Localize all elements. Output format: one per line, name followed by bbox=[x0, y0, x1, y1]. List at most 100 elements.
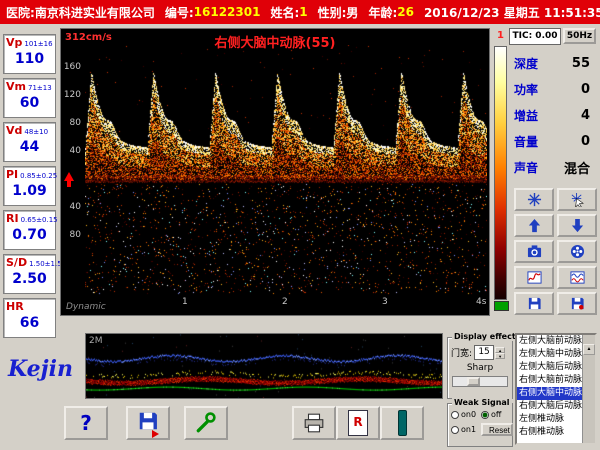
scale-up-button[interactable] bbox=[514, 214, 554, 237]
floppy-disk-icon bbox=[139, 412, 157, 430]
y-tick: 160 bbox=[63, 62, 81, 72]
display-effect-group: Display effect 门宽: 15 ▲ ▼ Sharp bbox=[447, 332, 518, 399]
artery-list-item[interactable]: 右侧大脑中动脉 bbox=[517, 387, 585, 400]
radio-on0[interactable]: on0 bbox=[451, 410, 481, 419]
cursor-freeze-button[interactable] bbox=[557, 188, 597, 211]
save-case-button[interactable] bbox=[514, 292, 554, 315]
probe-setup-button[interactable] bbox=[184, 406, 228, 440]
artery-list-item[interactable]: 左侧大脑前动脉 bbox=[517, 335, 585, 348]
sound-row: 声音 混合 bbox=[510, 156, 598, 178]
scroll-down-icon[interactable]: ▼ bbox=[595, 432, 597, 443]
artery-list-item[interactable]: 右侧大脑前动脉 bbox=[517, 374, 585, 387]
param-name: S/D bbox=[6, 256, 28, 269]
load-case-button[interactable] bbox=[557, 292, 597, 315]
param-name: PI bbox=[6, 168, 19, 181]
artery-list-scrollbar[interactable]: ▲ ▼ bbox=[582, 335, 595, 443]
patient-name-label: 姓名: bbox=[270, 5, 300, 20]
gender-label: 性别: bbox=[317, 5, 347, 20]
param-value: 66 bbox=[19, 315, 40, 331]
up-arrow-icon bbox=[528, 218, 540, 233]
y-tick: 80 bbox=[69, 230, 81, 240]
scroll-up-icon[interactable]: ▲ bbox=[583, 344, 595, 355]
sound-label: 声音 bbox=[514, 160, 539, 175]
depth-row: 深度 55 bbox=[510, 52, 598, 74]
radio-on1[interactable]: on1 bbox=[451, 425, 481, 434]
param-value: 110 bbox=[14, 51, 45, 67]
artery-listbox: 左侧大脑前动脉 左侧大脑中动脉 左侧大脑后动脉 右侧大脑前动脉 右侧大脑中动脉 … bbox=[515, 333, 597, 445]
patient-id-value: 16122301 bbox=[193, 5, 261, 19]
param-box-sd: S/D 1.50±1.50 2.50 bbox=[3, 254, 66, 294]
cursor-snowflake-icon bbox=[571, 192, 584, 207]
age-label: 年龄: bbox=[368, 5, 398, 20]
hospital-value: 南京科进实业有限公司 bbox=[34, 5, 155, 20]
hospital-label: 医院: bbox=[6, 5, 35, 20]
snapshot-button[interactable] bbox=[514, 240, 554, 263]
y-tick: 40 bbox=[69, 146, 81, 156]
artery-list-item[interactable]: 右侧大脑后动脉 bbox=[517, 400, 585, 413]
weak-signal-group: Weak Signal on0 off on1 Reset bbox=[447, 398, 513, 447]
spectrum-colorbar bbox=[494, 46, 507, 300]
radio-icon bbox=[451, 425, 459, 434]
help-button[interactable]: ? bbox=[64, 406, 108, 440]
down-arrow-icon bbox=[571, 218, 583, 233]
sharp-slider-track[interactable] bbox=[452, 376, 508, 387]
camera-icon bbox=[527, 245, 541, 258]
param-box-ri: RI 0.65±0.15 0.70 bbox=[3, 210, 58, 250]
param-name: RI bbox=[6, 212, 19, 225]
trend-chart-icon bbox=[526, 271, 542, 284]
radio-icon bbox=[451, 410, 459, 419]
trend-button[interactable] bbox=[514, 266, 554, 289]
param-value: 1.09 bbox=[12, 183, 47, 199]
tcd-application-window: 医院: 南京科进实业有限公司 编号: 16122301 姓名: 1 性别: 男 … bbox=[0, 0, 600, 450]
gate-width-value[interactable]: 15 bbox=[474, 345, 495, 360]
power-label: 功率 bbox=[514, 82, 539, 97]
radio-off-label: off bbox=[491, 410, 502, 419]
artery-list-item[interactable]: 右侧椎动脉 bbox=[517, 426, 585, 439]
power-row: 功率 0 bbox=[510, 78, 598, 100]
freeze-button[interactable] bbox=[514, 188, 554, 211]
baseline-arrow-icon[interactable] bbox=[64, 167, 74, 181]
weak-signal-options: on0 off on1 Reset bbox=[451, 410, 513, 436]
patient-id-label: 编号: bbox=[164, 5, 194, 20]
artery-list-item[interactable]: 左侧大脑中动脉 bbox=[517, 348, 585, 361]
print-button[interactable] bbox=[292, 406, 336, 440]
exit-icon bbox=[397, 410, 407, 436]
radio-icon bbox=[481, 410, 489, 419]
artery-list-item[interactable]: 左侧大脑后动脉 bbox=[517, 361, 585, 374]
question-mark-icon: ? bbox=[80, 411, 92, 435]
radio-on1-label: on1 bbox=[461, 425, 477, 434]
age-value: 26 bbox=[397, 5, 414, 19]
title-bar: 医院: 南京科进实业有限公司 编号: 16122301 姓名: 1 性别: 男 … bbox=[0, 0, 600, 24]
y-tick: 40 bbox=[69, 202, 81, 212]
weak-signal-title: Weak Signal bbox=[452, 398, 512, 407]
wave-chart-icon bbox=[569, 271, 585, 284]
kejin-logo: Kejin bbox=[8, 356, 73, 382]
sound-value: 混合 bbox=[563, 161, 590, 177]
param-value: 44 bbox=[19, 139, 40, 155]
gain-label: 增益 bbox=[514, 108, 539, 123]
mmode-canvas bbox=[86, 334, 442, 398]
cine-button[interactable] bbox=[557, 240, 597, 263]
red-arrow-icon bbox=[152, 430, 163, 438]
snowflake-icon bbox=[527, 192, 541, 207]
frequency-button[interactable]: 50Hz bbox=[563, 28, 596, 44]
power-value: 0 bbox=[580, 81, 590, 97]
artery-list-item[interactable]: 左侧椎动脉 bbox=[517, 413, 585, 426]
param-range: 101±16 bbox=[24, 40, 53, 48]
param-box-vm: Vm 71±13 60 bbox=[3, 78, 56, 118]
scale-down-button[interactable] bbox=[557, 214, 597, 237]
save-button[interactable] bbox=[126, 406, 170, 440]
reset-button[interactable]: Reset bbox=[481, 423, 513, 436]
gate-width-label: 门宽: bbox=[451, 349, 473, 359]
report-button[interactable]: R bbox=[336, 406, 380, 440]
display-effect-title: Display effect bbox=[452, 332, 518, 341]
dual-trace-button[interactable] bbox=[557, 266, 597, 289]
x-tick: 2 bbox=[282, 297, 288, 307]
y-tick: 120 bbox=[63, 90, 81, 100]
gate-width-down-icon[interactable]: ▼ bbox=[495, 352, 506, 359]
sharp-slider-thumb[interactable] bbox=[467, 377, 480, 386]
exit-button[interactable] bbox=[380, 406, 424, 440]
gender-value: 男 bbox=[346, 5, 359, 20]
radio-off[interactable]: off bbox=[481, 410, 511, 419]
param-name: Vp bbox=[6, 36, 23, 49]
